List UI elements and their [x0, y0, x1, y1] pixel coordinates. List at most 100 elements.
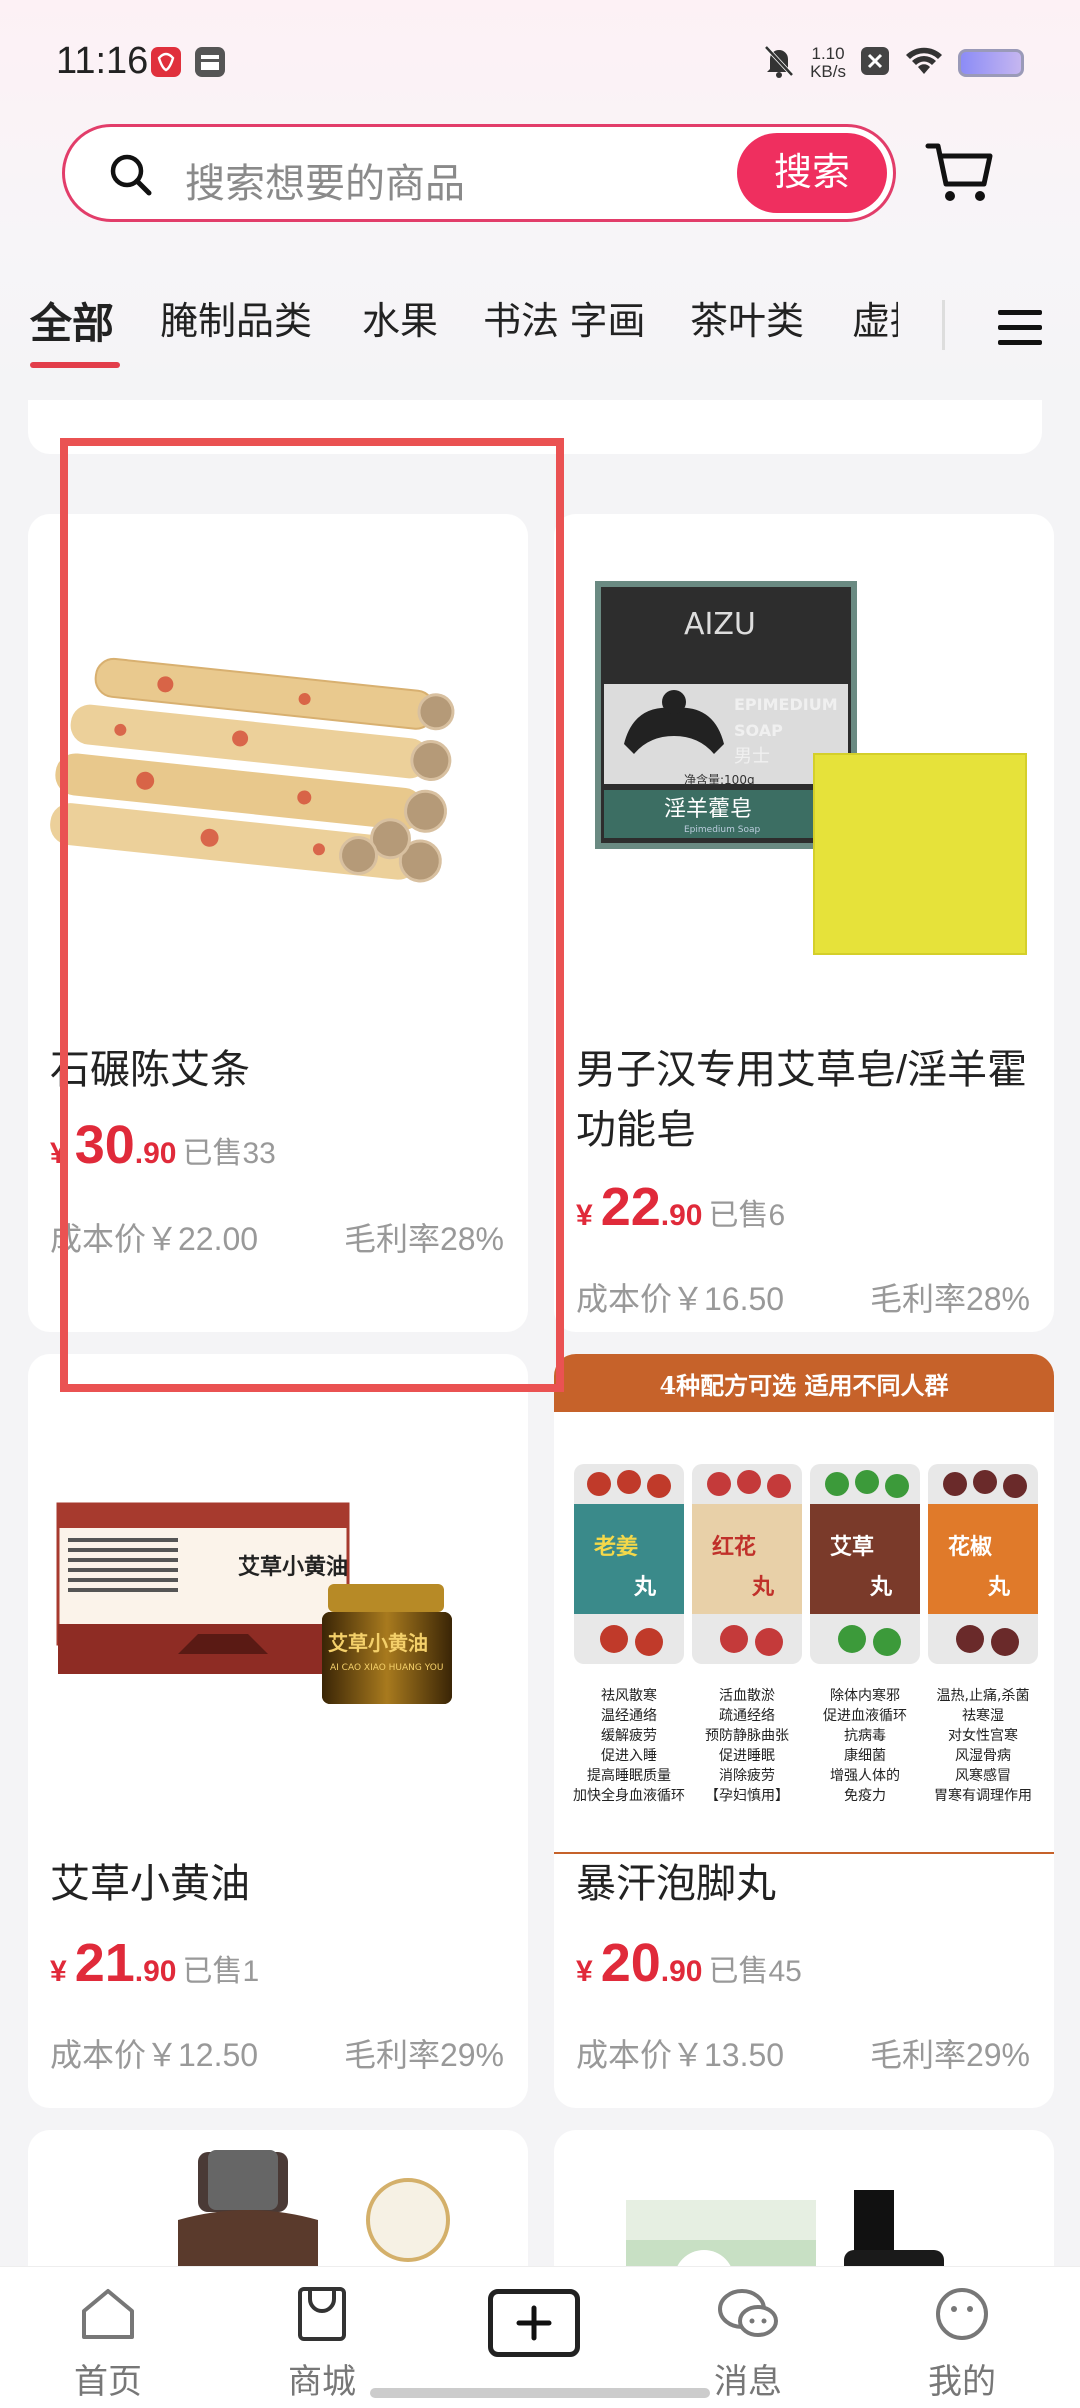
- price-row: ¥ 21 .90 已售1: [50, 1932, 259, 1994]
- category-tabs: 全部 腌制品类 水果 书法 字画 茶叶类 虚拟: [0, 290, 1080, 370]
- soap-brand: AIZU: [684, 607, 756, 642]
- nav-label: 我的: [928, 2363, 996, 2401]
- menu-icon[interactable]: [996, 306, 1046, 355]
- nav-mall[interactable]: 商城: [252, 2285, 392, 2403]
- effect-text: 祛风散寒: [601, 1687, 657, 1704]
- gross-margin: 毛利率29%: [869, 2037, 1030, 2073]
- effect-text: 促进入睡: [601, 1748, 657, 1764]
- jar-suffix-2: 丸: [751, 1574, 775, 1600]
- cost-price: 成本价￥16.50: [576, 1281, 785, 1317]
- cart-icon[interactable]: [924, 140, 994, 211]
- ointment-jar-sub: AI CAO XIAO HUANG YOU: [330, 1663, 443, 1673]
- tab-calligraphy[interactable]: 书法 字画: [483, 290, 646, 345]
- image-banner-text: 4种配方可选 适用不同人群: [659, 1371, 948, 1400]
- effect-text: 疏通经络: [719, 1708, 775, 1724]
- price-row: ¥ 20 .90 已售45: [576, 1932, 802, 1994]
- search-input[interactable]: 搜索想要的商品 搜索: [62, 124, 896, 222]
- net-speed-value: 1.10: [811, 44, 845, 63]
- battery-icon: [958, 49, 1024, 77]
- smiley-icon: [932, 2288, 992, 2347]
- effect-text: 抗病毒: [844, 1728, 886, 1744]
- nav-messages[interactable]: 消息: [678, 2285, 818, 2403]
- chat-icon: [716, 2289, 780, 2347]
- nav-home[interactable]: 首页: [38, 2285, 178, 2403]
- effect-text: 胃寒有调理作用: [934, 1787, 1032, 1804]
- effect-text: 消除疲劳: [719, 1767, 775, 1784]
- shopping-bag-icon: [292, 2287, 352, 2347]
- product-title: 艾草小黄油: [50, 1862, 250, 1906]
- nav-profile[interactable]: 我的: [892, 2285, 1032, 2403]
- jar-suffix-1: 丸: [633, 1574, 657, 1600]
- effect-text: 除体内寒邪: [830, 1687, 900, 1704]
- effect-text: 风寒感冒: [955, 1767, 1011, 1784]
- tab-tea[interactable]: 茶叶类: [690, 290, 804, 345]
- active-tab-indicator: [30, 362, 120, 368]
- tab-divider: [942, 300, 945, 350]
- tab-pickled[interactable]: 腌制品类: [160, 290, 312, 345]
- soap-en-sub: Epimedium Soap: [684, 825, 760, 835]
- price-currency: ¥: [576, 1199, 593, 1232]
- tab-fruit[interactable]: 水果: [362, 290, 438, 345]
- cost-price: 成本价￥13.50: [576, 2037, 785, 2073]
- gross-margin: 毛利率28%: [869, 1281, 1030, 1317]
- product-image: 艾草小黄油 艾草小黄油 AI CAO XIAO HUANG YOU: [28, 1354, 528, 1874]
- app-notification-icon: [150, 46, 182, 83]
- search-button[interactable]: 搜索: [737, 133, 887, 213]
- effect-text: 提高睡眠质量: [587, 1767, 671, 1784]
- sold-count: 已售1: [182, 1955, 260, 1988]
- ointment-jar-name: 艾草小黄油: [328, 1631, 428, 1655]
- effect-text: 温热,止痛,杀菌: [937, 1687, 1030, 1704]
- effect-text: 促进睡眠: [719, 1748, 775, 1764]
- soap-line1: EPIMEDIUM: [734, 695, 838, 714]
- sold-count: 已售6: [708, 1199, 786, 1232]
- price-integer: 22: [600, 1177, 661, 1237]
- price-decimal: .90: [134, 1955, 177, 1988]
- cost-price: 成本价￥12.50: [50, 2037, 259, 2073]
- effect-text: 增强人体的: [830, 1768, 900, 1784]
- product-card[interactable]: AIZU EPIMEDIUM SOAP 男士 净含量:100g 淫羊藿皂 Epi…: [554, 514, 1054, 1332]
- price-integer: 21: [74, 1933, 135, 1993]
- tab-virtual[interactable]: 虚拟: [852, 290, 898, 345]
- product-title: 男子汉专用艾草皂/淫羊霍功能皂: [576, 1048, 1028, 1152]
- effect-text: 风湿骨病: [955, 1748, 1011, 1764]
- sold-count: 已售45: [708, 1955, 802, 1988]
- jar-suffix-4: 丸: [987, 1574, 1011, 1600]
- jar-label-1: 老姜: [593, 1534, 638, 1560]
- nav-label: 首页: [74, 2363, 142, 2401]
- effect-text: 对女性宫寒: [948, 1727, 1018, 1744]
- effect-text: 缓解疲劳: [601, 1727, 657, 1744]
- soap-line3: 男士: [734, 746, 770, 767]
- ointment-box-name: 艾草小黄油: [238, 1554, 348, 1580]
- net-speed: 1.10 KB/s: [810, 45, 846, 81]
- wifi-icon: [904, 45, 944, 82]
- effect-text: 康细菌: [844, 1747, 886, 1764]
- publish-button[interactable]: [488, 2289, 580, 2357]
- jar-suffix-3: 丸: [869, 1574, 893, 1600]
- price-currency: ¥: [50, 1955, 67, 1988]
- effect-text: 免疫力: [844, 1788, 886, 1804]
- net-speed-unit: KB/s: [810, 62, 846, 81]
- plus-icon: [516, 2305, 552, 2341]
- effect-text: 促进血液循环: [823, 1708, 907, 1724]
- price-decimal: .90: [660, 1955, 703, 1988]
- status-time: 11:16: [56, 40, 149, 82]
- effect-text: 活血散淤: [719, 1688, 775, 1704]
- home-icon: [78, 2289, 138, 2347]
- status-bar: 11:16 1.10 KB/s: [0, 0, 1080, 120]
- selection-highlight: [60, 438, 564, 1392]
- gross-margin: 毛利率29%: [343, 2037, 504, 2073]
- product-title: 暴汗泡脚丸: [576, 1862, 776, 1906]
- effect-text: 祛寒湿: [962, 1707, 1004, 1724]
- search-bar: 搜索想要的商品 搜索: [0, 124, 1080, 224]
- product-image: AIZU EPIMEDIUM SOAP 男士 净含量:100g 淫羊藿皂 Epi…: [554, 514, 1054, 1034]
- product-card[interactable]: 艾草小黄油 艾草小黄油 AI CAO XIAO HUANG YOU 艾草小黄油 …: [28, 1354, 528, 2108]
- tab-all[interactable]: 全部: [30, 290, 114, 351]
- jar-label-2: 红花: [712, 1534, 756, 1560]
- home-indicator: [370, 2388, 710, 2398]
- effect-text: 加快全身血液循环: [573, 1787, 685, 1804]
- soap-line2: SOAP: [734, 721, 783, 740]
- product-card[interactable]: 4种配方可选 适用不同人群 老姜 红花 艾草 花椒 丸 丸 丸 丸 祛风散寒 温…: [554, 1354, 1054, 2108]
- search-icon: [109, 153, 153, 202]
- price-currency: ¥: [576, 1955, 593, 1988]
- effect-text: 【孕妇慎用】: [705, 1787, 789, 1804]
